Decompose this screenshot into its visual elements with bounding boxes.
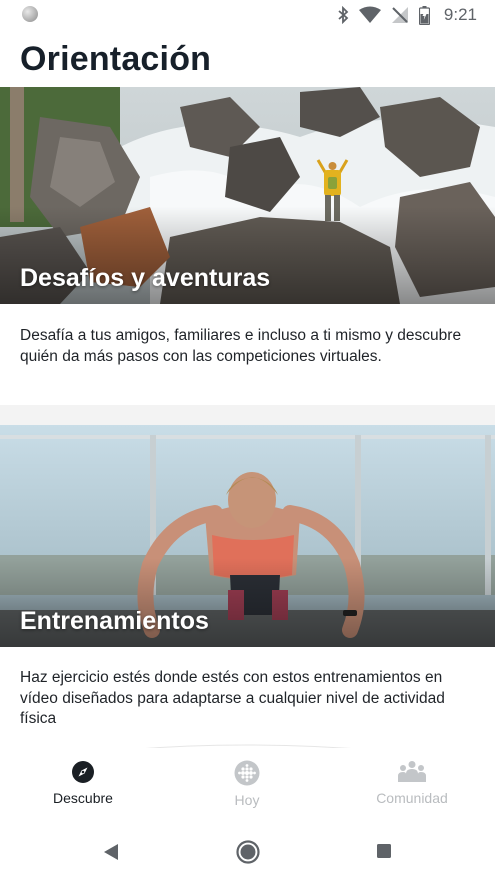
page-title: Orientación	[20, 40, 212, 78]
tab-comunidad[interactable]: Comunidad	[342, 760, 482, 808]
card-description-challenges: Desafía a tus amigos, familiares e inclu…	[20, 327, 462, 365]
notification-icon	[22, 6, 38, 22]
tab-label-comunidad: Comunidad	[376, 790, 448, 806]
status-bar: 9:21	[0, 0, 495, 30]
compass-icon	[72, 761, 94, 783]
home-icon[interactable]	[236, 840, 260, 864]
community-icon	[398, 761, 426, 782]
tab-label-hoy: Hoy	[234, 792, 260, 808]
status-time: 9:21	[443, 5, 477, 24]
card-divider	[0, 405, 495, 425]
recents-icon[interactable]	[376, 843, 392, 859]
back-icon[interactable]	[103, 843, 119, 861]
status-icons: 9:21	[337, 4, 477, 26]
card-title-challenges[interactable]: Desafíos y aventuras	[20, 264, 270, 293]
tab-hoy[interactable]: Hoy	[177, 760, 317, 810]
wifi-icon	[358, 6, 381, 23]
tab-descubre[interactable]: Descubre	[13, 760, 153, 808]
system-navigation-bar	[0, 823, 495, 880]
card-title-workouts[interactable]: Entrenamientos	[20, 607, 209, 636]
card-description-workouts: Haz ejercicio estés donde estés con esto…	[20, 669, 445, 727]
battery-icon	[418, 5, 430, 25]
no-signal-icon	[391, 7, 408, 23]
tab-label-descubre: Descubre	[53, 790, 113, 806]
dots-grid-icon	[234, 760, 260, 786]
bluetooth-icon	[338, 6, 349, 24]
